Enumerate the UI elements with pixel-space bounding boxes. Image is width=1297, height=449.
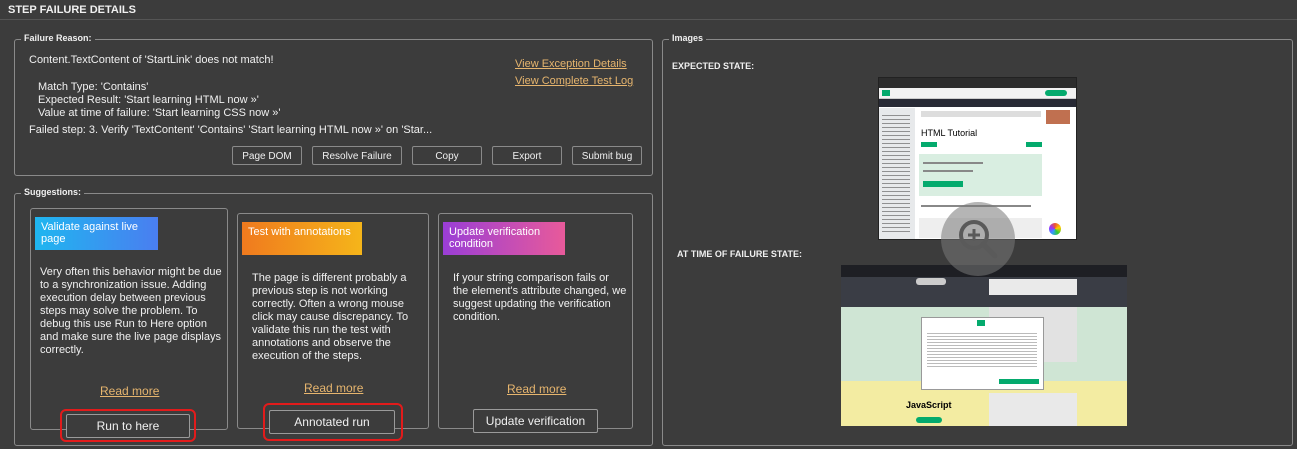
zoom-overlay[interactable]: [941, 202, 1015, 276]
failure-reason-legend: Failure Reason:: [21, 33, 95, 43]
failure-state-screenshot[interactable]: JavaScript: [841, 265, 1127, 426]
actual-value: Value at time of failure: 'Start learnin…: [38, 107, 281, 119]
page-dom-button[interactable]: Page DOM: [232, 146, 302, 165]
suggestion-card-annotations: Test with annotations The page is differ…: [237, 213, 429, 429]
images-legend: Images: [669, 33, 707, 43]
view-test-log-link[interactable]: View Complete Test Log: [515, 75, 633, 87]
expected-result: Expected Result: 'Start learning HTML no…: [38, 94, 259, 106]
zoom-in-icon: [959, 220, 998, 259]
panel-header: STEP FAILURE DETAILS: [0, 0, 1297, 20]
failed-step: Failed step: 3. Verify 'TextContent' 'Co…: [29, 124, 433, 136]
suggestion-card-live-page: Validate against live page Very often th…: [30, 208, 228, 430]
read-more-link-annotations[interactable]: Read more: [304, 381, 363, 395]
card-title-verification: Update verification condition: [443, 222, 565, 255]
export-button[interactable]: Export: [492, 146, 562, 165]
panel-title: STEP FAILURE DETAILS: [8, 4, 136, 16]
card-body-annotations: The page is different probably a previou…: [252, 272, 409, 362]
failure-message: Content.TextContent of 'StartLink' does …: [29, 54, 274, 66]
card-title-live-page: Validate against live page: [35, 217, 158, 250]
suggestions-legend: Suggestions:: [21, 187, 85, 197]
update-verification-button[interactable]: Update verification: [473, 409, 598, 433]
expected-heading: HTML Tutorial: [921, 128, 978, 138]
annotated-run-button[interactable]: Annotated run: [269, 410, 395, 434]
expected-state-label: EXPECTED STATE:: [672, 61, 755, 71]
failure-heading: JavaScript: [906, 400, 952, 410]
run-to-here-button[interactable]: Run to here: [66, 414, 190, 438]
view-exception-link[interactable]: View Exception Details: [515, 58, 627, 70]
submit-bug-button[interactable]: Submit bug: [572, 146, 642, 165]
card-body-live-page: Very often this behavior might be due to…: [40, 266, 222, 356]
read-more-link-verification[interactable]: Read more: [507, 382, 566, 396]
card-title-annotations: Test with annotations: [242, 222, 362, 255]
read-more-link-live-page[interactable]: Read more: [100, 384, 159, 398]
suggestion-card-verification: Update verification condition If your st…: [438, 213, 633, 429]
card-body-verification: If your string comparison fails or the e…: [453, 272, 627, 323]
match-type: Match Type: 'Contains': [38, 81, 149, 93]
copy-button[interactable]: Copy: [412, 146, 482, 165]
failure-state-label: AT TIME OF FAILURE STATE:: [677, 249, 802, 259]
resolve-failure-button[interactable]: Resolve Failure: [312, 146, 402, 165]
